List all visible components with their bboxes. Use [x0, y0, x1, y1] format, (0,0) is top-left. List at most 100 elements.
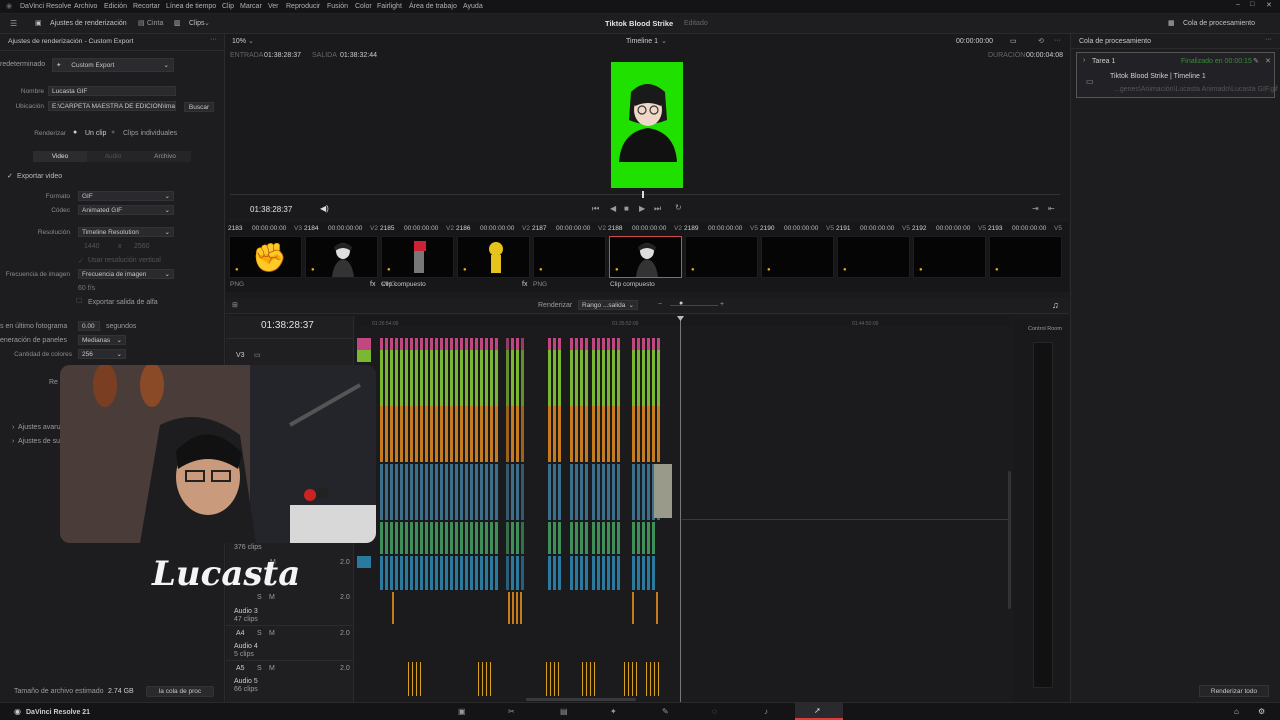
timeline-clip[interactable]	[506, 338, 509, 350]
menu-ayuda[interactable]: Ayuda	[463, 3, 483, 10]
timeline-clip[interactable]	[485, 464, 488, 520]
timeline-clip[interactable]	[617, 350, 620, 406]
audio-clip[interactable]	[392, 592, 394, 624]
timeline-clip[interactable]	[506, 522, 509, 554]
timeline-clip[interactable]	[632, 338, 635, 350]
codec-select[interactable]: Animated GIF ⌄	[78, 205, 174, 215]
timeline-clip[interactable]	[405, 464, 408, 520]
timeline-clip[interactable]	[400, 464, 403, 520]
timeline-clip[interactable]	[440, 464, 443, 520]
timeline-clip[interactable]	[585, 350, 588, 406]
timeline-clip[interactable]	[516, 464, 519, 520]
timeline-clip[interactable]	[585, 406, 588, 462]
menu-area-de-trabajo[interactable]: Área de trabajo	[409, 3, 457, 10]
chevron-down-icon[interactable]: ⌄	[204, 19, 210, 27]
close-icon[interactable]: ✕	[1265, 57, 1271, 65]
timeline-clip[interactable]	[553, 406, 556, 462]
clip-thumbnail[interactable]: ●	[685, 236, 758, 278]
stop-icon[interactable]: ■	[624, 204, 629, 213]
timeline-clip[interactable]	[440, 556, 443, 590]
timeline-clip[interactable]	[642, 350, 645, 406]
timeline-clip[interactable]	[642, 556, 645, 590]
timeline-clip[interactable]	[395, 464, 398, 520]
audio-clip[interactable]	[486, 662, 487, 696]
timeline-tracks[interactable]: 01:26:54:00 01:35:52:00 01:44:50:00	[356, 316, 1011, 702]
timeline-clip[interactable]	[580, 522, 583, 554]
timeline-clip[interactable]	[558, 406, 561, 462]
timeline-clip[interactable]	[632, 522, 635, 554]
timeline-clip[interactable]	[617, 556, 620, 590]
settings-gear-icon[interactable]: ⚙	[1258, 707, 1265, 716]
timeline-clip[interactable]	[642, 338, 645, 350]
timeline-clip[interactable]	[495, 464, 498, 520]
timeline-clip[interactable]	[445, 338, 448, 350]
timeline-clip[interactable]	[490, 350, 493, 406]
timeline-clip[interactable]	[637, 338, 640, 350]
timeline-clip[interactable]	[485, 556, 488, 590]
audio-clip[interactable]	[636, 662, 637, 696]
timeline-clip[interactable]	[617, 464, 620, 520]
timeline-clip[interactable]	[425, 406, 428, 462]
audio-clip[interactable]	[482, 662, 483, 696]
clips-icon[interactable]: ▥	[174, 19, 181, 27]
timeline-clip[interactable]	[395, 556, 398, 590]
timeline-clip[interactable]	[506, 556, 509, 590]
timeline-clip[interactable]	[654, 464, 672, 518]
advanced-settings-toggle[interactable]: ›	[12, 424, 14, 431]
timeline-clip[interactable]	[385, 350, 388, 406]
timeline-clip[interactable]	[548, 406, 551, 462]
timeline-clip[interactable]	[465, 338, 468, 350]
timeline-clip[interactable]	[395, 350, 398, 406]
more-options-icon[interactable]: ···	[1265, 36, 1272, 43]
menu-archivo[interactable]: Archivo	[74, 3, 97, 10]
chevron-down-icon[interactable]: ⌄	[248, 37, 254, 45]
timeline-clip[interactable]	[405, 338, 408, 350]
timeline-clip[interactable]	[652, 406, 655, 462]
timeline-clip[interactable]	[465, 406, 468, 462]
page-cut-icon[interactable]: ✂	[508, 707, 515, 716]
timeline-clip[interactable]	[390, 406, 393, 462]
timeline-clip[interactable]	[445, 350, 448, 406]
timeline-clip[interactable]	[395, 338, 398, 350]
timeline-clip[interactable]	[647, 406, 650, 462]
subtitle-settings-toggle[interactable]: ›	[12, 438, 14, 445]
app-menu[interactable]: DaVinci Resolve	[20, 3, 71, 10]
timeline-clip[interactable]	[440, 338, 443, 350]
timeline-clip[interactable]	[480, 464, 483, 520]
tape-tab[interactable]: Cinta	[147, 20, 163, 27]
timeline-clip[interactable]	[592, 338, 595, 350]
timeline-clip[interactable]	[390, 522, 393, 554]
timeline-clip[interactable]	[440, 522, 443, 554]
timeline-clip[interactable]	[490, 338, 493, 350]
last-frame-input[interactable]: 0.00	[78, 321, 100, 331]
audio-clip[interactable]	[512, 592, 514, 624]
timeline-clip[interactable]	[607, 556, 610, 590]
timeline-clip[interactable]	[580, 406, 583, 462]
play-icon[interactable]: ▶	[639, 204, 645, 213]
home-icon[interactable]: ⌂	[1234, 707, 1239, 716]
timeline-clip[interactable]	[435, 338, 438, 350]
timeline-clip[interactable]	[470, 522, 473, 554]
timeline-clip[interactable]	[440, 350, 443, 406]
timeline-clip[interactable]	[506, 406, 509, 462]
edit-icon[interactable]: ✎	[1253, 57, 1259, 65]
name-input[interactable]: Lucasta GIF	[48, 86, 176, 96]
timeline-clip[interactable]	[430, 350, 433, 406]
timeline-clip[interactable]	[385, 338, 388, 350]
timeline-clip[interactable]	[410, 350, 413, 406]
timeline-clip[interactable]	[592, 464, 595, 520]
track-v3-icon[interactable]: ▭	[254, 351, 261, 359]
timeline-clip[interactable]	[380, 338, 383, 350]
timeline-clip[interactable]	[521, 522, 524, 554]
timeline-clip[interactable]	[632, 464, 635, 520]
timeline-clip[interactable]	[580, 350, 583, 406]
timeline-clip[interactable]	[430, 406, 433, 462]
timeline-clip[interactable]	[516, 406, 519, 462]
timeline-clip[interactable]	[390, 556, 393, 590]
timeline-clip[interactable]	[597, 350, 600, 406]
audio-clip[interactable]	[408, 662, 409, 696]
timeline-clip[interactable]	[470, 350, 473, 406]
timeline-clip[interactable]	[607, 464, 610, 520]
view-options-icon[interactable]: ▭	[1010, 37, 1017, 45]
timeline-clip[interactable]	[592, 350, 595, 406]
